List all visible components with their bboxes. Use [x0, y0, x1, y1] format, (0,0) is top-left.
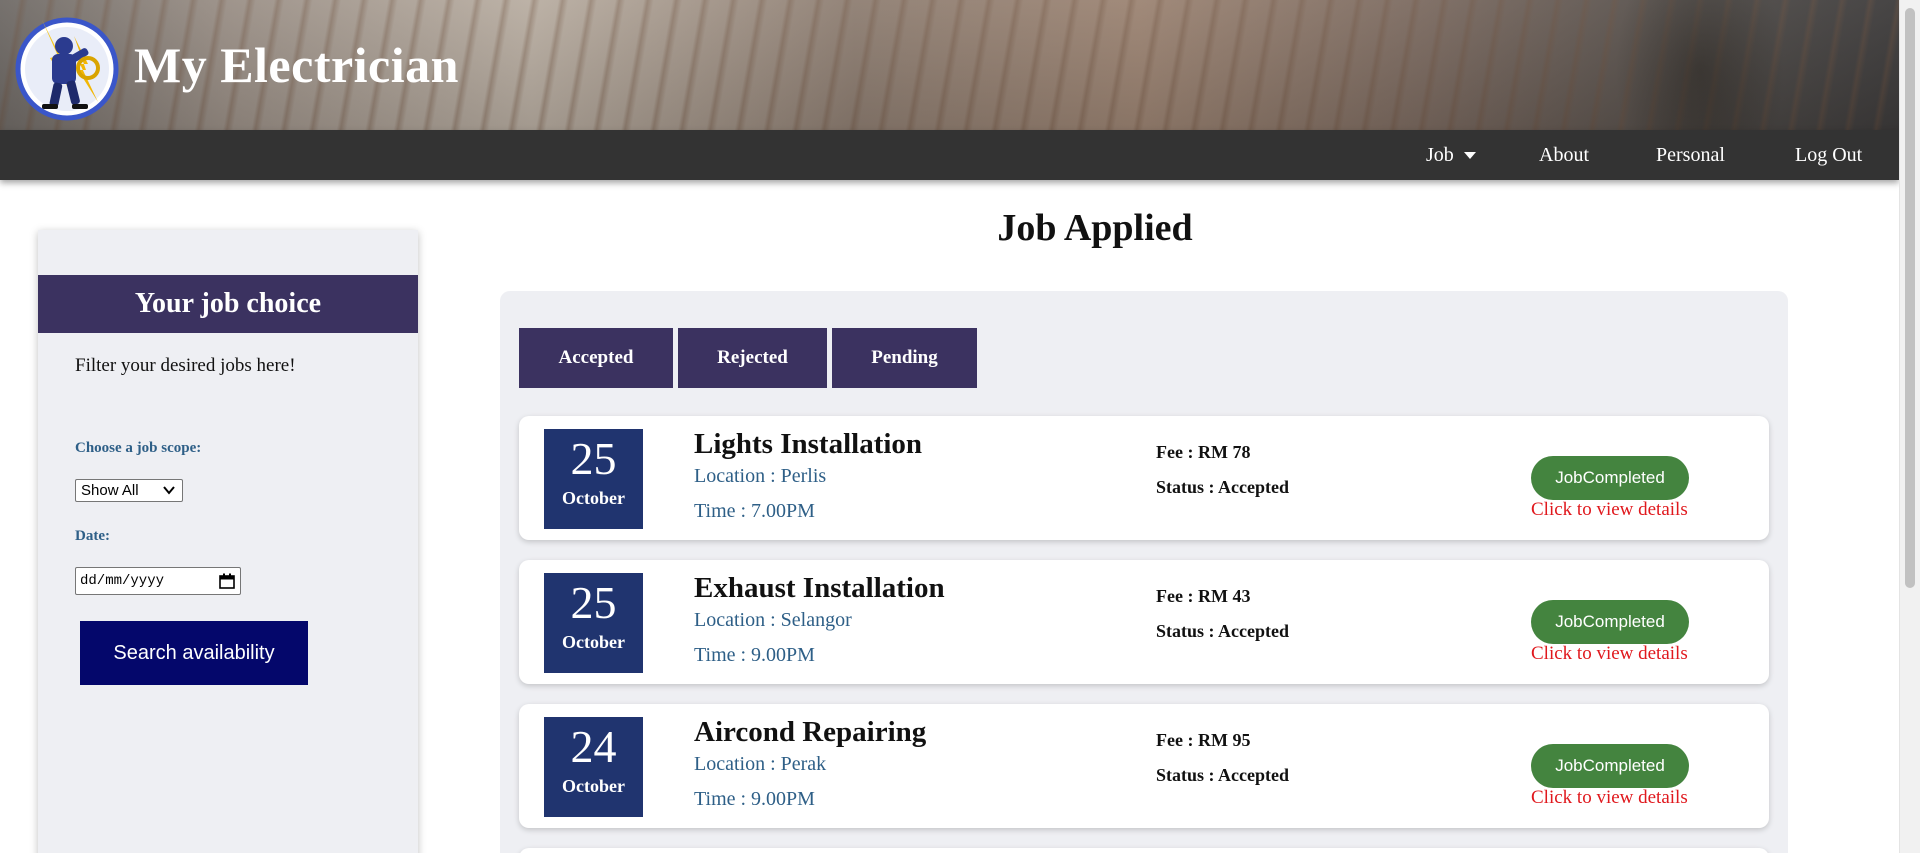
- job-location: Location : Selangor: [694, 609, 852, 631]
- job-scope-label: Choose a job scope:: [75, 440, 202, 456]
- job-date-box: 25 October: [544, 573, 643, 673]
- job-date-month: October: [562, 776, 625, 796]
- date-field[interactable]: dd/mm/yyyy: [75, 567, 241, 595]
- nav-personal-link[interactable]: Personal: [1656, 130, 1725, 180]
- job-completed-button[interactable]: JobCompleted: [1531, 600, 1689, 644]
- job-fee: Fee : RM 78: [1156, 442, 1251, 462]
- view-details-link[interactable]: Click to view details: [1531, 499, 1688, 521]
- job-status: Status : Accepted: [1156, 477, 1289, 497]
- electrician-logo-icon: [15, 17, 119, 121]
- job-scope-select[interactable]: Show All: [75, 479, 183, 502]
- job-time: Time : 9.00PM: [694, 788, 815, 810]
- tab-accepted[interactable]: Accepted: [519, 328, 673, 388]
- nav-about-link[interactable]: About: [1539, 130, 1589, 180]
- job-card: 25 October Exhaust Installation Location…: [519, 560, 1769, 684]
- sidebar-heading: Your job choice: [38, 275, 418, 333]
- caret-down-icon: [1463, 152, 1476, 160]
- brand-title: My Electrician: [134, 37, 459, 93]
- job-fee: Fee : RM 95: [1156, 730, 1251, 750]
- job-card: 24 October Aircond Repairing Location : …: [519, 704, 1769, 828]
- top-nav: Job About Personal Log Out: [0, 130, 1899, 180]
- tab-pending[interactable]: Pending: [832, 328, 977, 388]
- date-placeholder: dd/mm/yyyy: [80, 573, 165, 589]
- job-time: Time : 7.00PM: [694, 500, 815, 522]
- job-date-day: 25: [570, 577, 617, 628]
- job-location: Location : Perak: [694, 753, 827, 775]
- job-title: Aircond Repairing: [694, 716, 927, 748]
- job-completed-button[interactable]: JobCompleted: [1531, 744, 1689, 788]
- job-location: Location : Perlis: [694, 465, 827, 487]
- job-date-month: October: [562, 632, 625, 652]
- job-date-box: 25 October: [544, 429, 643, 529]
- tab-rejected[interactable]: Rejected: [678, 328, 827, 388]
- job-date-day: 24: [570, 721, 617, 772]
- chevron-down-icon: [163, 486, 175, 495]
- header-banner: My Electrician: [0, 0, 1899, 130]
- scrollbar-thumb[interactable]: [1905, 8, 1915, 588]
- nav-job-dropdown[interactable]: Job: [1426, 130, 1476, 180]
- job-date-day: 25: [570, 433, 617, 484]
- date-label: Date:: [75, 528, 110, 544]
- job-completed-button[interactable]: JobCompleted: [1531, 456, 1689, 500]
- view-details-link[interactable]: Click to view details: [1531, 787, 1688, 809]
- job-title: Lights Installation: [694, 428, 923, 460]
- nav-job-label: Job: [1426, 144, 1454, 166]
- search-availability-button[interactable]: Search availability: [80, 621, 308, 685]
- filter-sidebar: Your job choice Filter your desired jobs…: [38, 230, 418, 853]
- page-title: Job Applied: [997, 207, 1193, 249]
- calendar-icon[interactable]: [219, 573, 235, 589]
- job-status: Status : Accepted: [1156, 621, 1289, 641]
- job-status: Status : Accepted: [1156, 765, 1289, 785]
- job-scope-value: Show All: [81, 482, 139, 499]
- job-time: Time : 9.00PM: [694, 644, 815, 666]
- sidebar-description: Filter your desired jobs here!: [75, 355, 296, 376]
- job-date-box: 24 October: [544, 717, 643, 817]
- nav-logout-link[interactable]: Log Out: [1795, 130, 1862, 180]
- page-scrollbar[interactable]: [1899, 0, 1920, 853]
- job-date-month: October: [562, 488, 625, 508]
- job-title: Exhaust Installation: [694, 572, 945, 604]
- job-card: 25 October Lights Installation Location …: [519, 416, 1769, 540]
- view-details-link[interactable]: Click to view details: [1531, 643, 1688, 665]
- job-card-partial: [519, 848, 1769, 853]
- job-fee: Fee : RM 43: [1156, 586, 1251, 606]
